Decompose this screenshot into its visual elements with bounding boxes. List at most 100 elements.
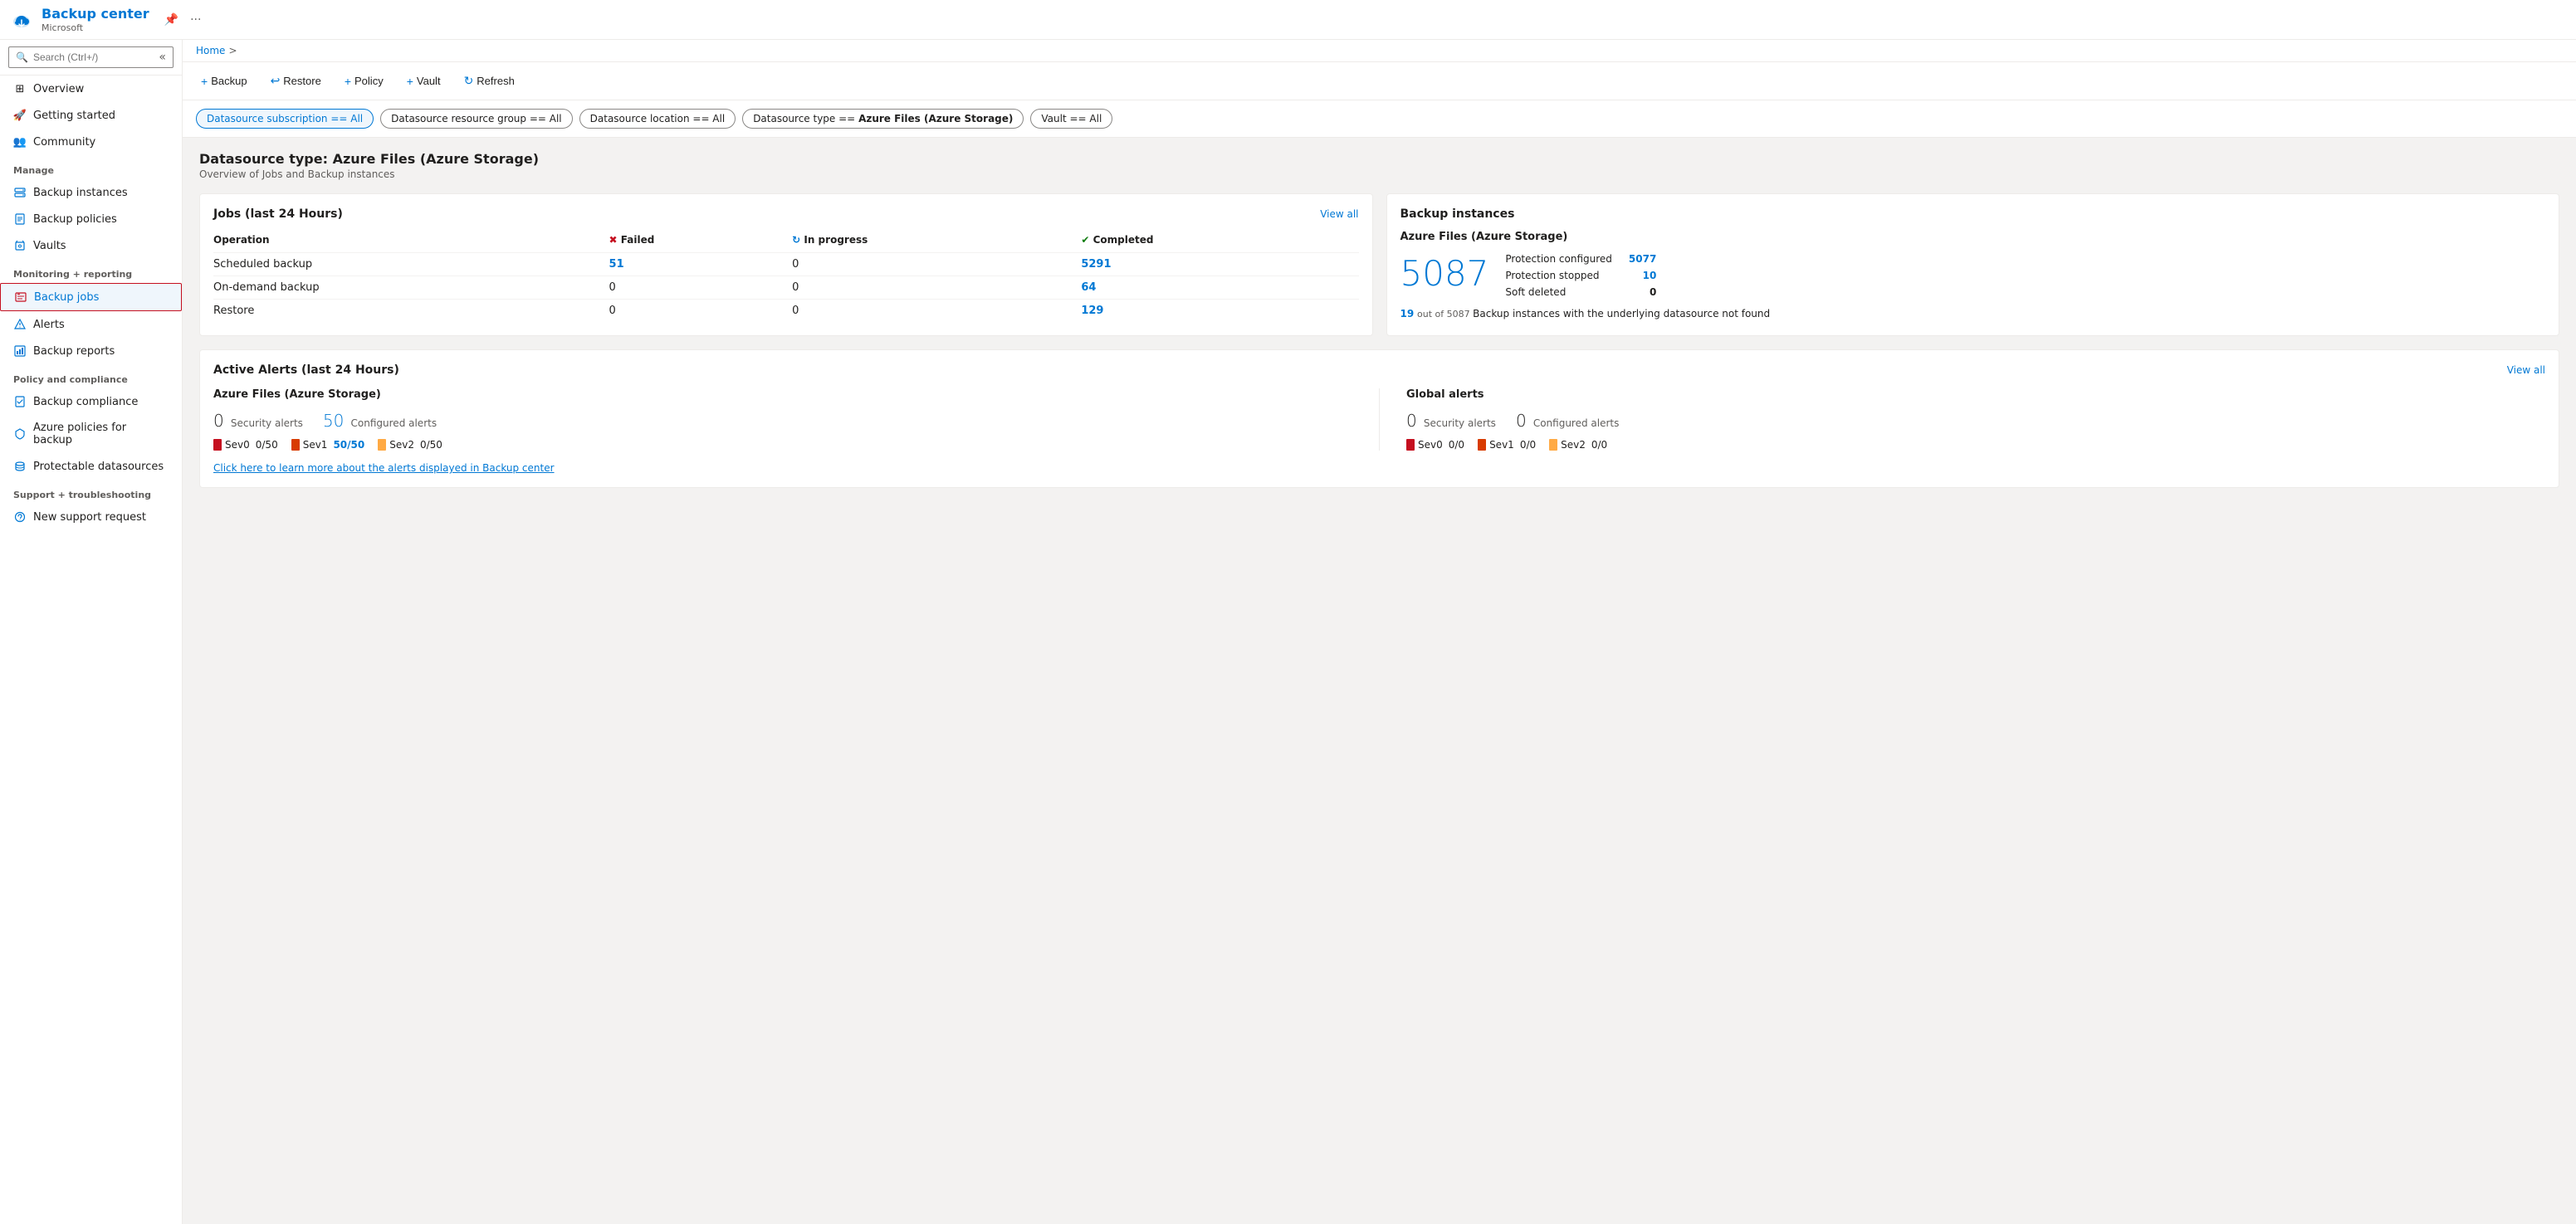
vault-button[interactable]: + Vault xyxy=(402,71,446,91)
datasource-icon xyxy=(13,460,27,473)
sidebar-item-backup-jobs[interactable]: Backup jobs xyxy=(0,283,182,311)
azure-sev2-label: Sev2 xyxy=(389,439,414,451)
job-failed-0[interactable]: 51 xyxy=(609,253,793,276)
job-completed-0[interactable]: 5291 xyxy=(1081,253,1358,276)
sidebar-item-protectable-datasources[interactable]: Protectable datasources xyxy=(0,453,182,480)
backup-button[interactable]: + Backup xyxy=(196,71,252,91)
sidebar-item-backup-policies[interactable]: Backup policies xyxy=(0,206,182,232)
sidebar-item-getting-started[interactable]: 🚀 Getting started xyxy=(0,102,182,129)
server-icon xyxy=(13,186,27,199)
app-title: Backup center xyxy=(42,6,149,22)
bi-stat-label-2: Soft deleted xyxy=(1505,286,1566,298)
job-completed-2[interactable]: 129 xyxy=(1081,300,1358,323)
policy-icon xyxy=(13,212,27,226)
table-row: Restore 0 0 129 xyxy=(213,300,1359,323)
alerts-divider xyxy=(1379,388,1380,451)
failed-icon: ✖ xyxy=(609,234,618,246)
sev1-dot xyxy=(291,439,300,451)
jobs-card: Jobs (last 24 Hours) View all Operation … xyxy=(199,193,1373,336)
breadcrumb: Home > xyxy=(183,40,2576,62)
filters-bar: Datasource subscription == All Datasourc… xyxy=(183,100,2576,138)
support-icon xyxy=(13,510,27,524)
search-input[interactable] xyxy=(33,51,154,63)
filter-datasource-subscription[interactable]: Datasource subscription == All xyxy=(196,109,374,129)
policy-button[interactable]: + Policy xyxy=(340,71,389,91)
restore-button[interactable]: ↩ Restore xyxy=(266,71,326,91)
backup-instances-card-title: Backup instances xyxy=(1400,207,1515,221)
refresh-icon: ↻ xyxy=(464,74,474,88)
bi-underlying-sub: out of 5087 xyxy=(1417,309,1473,319)
azure-alerts-title: Azure Files (Azure Storage) xyxy=(213,388,1352,401)
bi-big-number: 5087 xyxy=(1400,256,1489,291)
filter-datasource-type[interactable]: Datasource type == Azure Files (Azure St… xyxy=(742,109,1024,129)
global-configured-count: 0 xyxy=(1516,411,1527,431)
azure-security-stat: 0 Security alerts xyxy=(213,411,303,431)
global-sev2: Sev2 0/0 xyxy=(1549,439,1607,451)
global-security-stat: 0 Security alerts xyxy=(1406,411,1496,431)
sidebar-item-alerts[interactable]: Alerts xyxy=(0,311,182,338)
alerts-learn-more-link[interactable]: Click here to learn more about the alert… xyxy=(213,462,2545,474)
backup-instances-card-header: Backup instances xyxy=(1400,207,2546,221)
global-sev1: Sev1 0/0 xyxy=(1478,439,1536,451)
azure-security-count: 0 xyxy=(213,411,224,431)
search-box[interactable]: 🔍 « xyxy=(8,46,174,68)
job-completed-1[interactable]: 64 xyxy=(1081,276,1358,300)
filter-datasource-resource-group[interactable]: Datasource resource group == All xyxy=(380,109,573,129)
global-sev-row: Sev0 0/0 Sev1 0/0 Sev2 0/0 xyxy=(1406,439,2545,451)
sidebar-item-backup-compliance[interactable]: Backup compliance xyxy=(0,388,182,415)
jobs-col-inprogress: ↻ In progress xyxy=(792,231,1081,253)
more-options-icon[interactable]: ··· xyxy=(190,13,201,27)
pin-icon[interactable]: 📌 xyxy=(164,13,178,27)
sev2-dot xyxy=(378,439,386,451)
bi-stat-label-1: Protection stopped xyxy=(1505,270,1599,281)
collapse-sidebar-icon[interactable]: « xyxy=(159,51,166,64)
filter-vault[interactable]: Vault == All xyxy=(1030,109,1112,129)
sidebar-search-container: 🔍 « xyxy=(0,40,182,76)
sidebar-item-new-support-request[interactable]: New support request xyxy=(0,504,182,530)
jobs-view-all-link[interactable]: View all xyxy=(1320,208,1358,220)
bi-stat-val-2: 0 xyxy=(1650,286,1656,298)
alerts-view-all-link[interactable]: View all xyxy=(2507,364,2545,376)
sidebar-item-vaults[interactable]: Vaults xyxy=(0,232,182,259)
filter-vault-label: Vault == All xyxy=(1041,113,1102,124)
global-sev1-value: 0/0 xyxy=(1520,439,1536,451)
manage-section-label: Manage xyxy=(0,155,182,179)
sidebar-item-community-label: Community xyxy=(33,136,95,149)
sidebar-item-alerts-label: Alerts xyxy=(33,319,65,331)
sidebar-item-backup-reports[interactable]: Backup reports xyxy=(0,338,182,364)
people-icon: 👥 xyxy=(13,135,27,149)
job-inprogress-1: 0 xyxy=(792,276,1081,300)
table-row: On-demand backup 0 0 64 xyxy=(213,276,1359,300)
app-header: Backup center Microsoft 📌 ··· xyxy=(0,0,2576,40)
monitoring-section-label: Monitoring + reporting xyxy=(0,259,182,283)
sidebar-item-backup-policies-label: Backup policies xyxy=(33,213,117,226)
breadcrumb-separator: > xyxy=(228,45,237,56)
sidebar-item-getting-started-label: Getting started xyxy=(33,110,115,122)
sidebar-item-overview[interactable]: ⊞ Overview xyxy=(0,76,182,102)
sidebar-item-community[interactable]: 👥 Community xyxy=(0,129,182,155)
compliance-icon xyxy=(13,395,27,408)
azure-security-label: Security alerts xyxy=(231,417,303,429)
sidebar-item-backup-compliance-label: Backup compliance xyxy=(33,396,138,408)
global-sev0-dot xyxy=(1406,439,1415,451)
sidebar-item-backup-instances[interactable]: Backup instances xyxy=(0,179,182,206)
table-row: Scheduled backup 51 0 5291 xyxy=(213,253,1359,276)
bi-stat-val-0[interactable]: 5077 xyxy=(1629,253,1656,265)
jobs-col-completed: ✔ Completed xyxy=(1081,231,1358,253)
breadcrumb-home[interactable]: Home xyxy=(196,45,225,56)
azure-sev1-value: 50/50 xyxy=(333,439,364,451)
job-failed-2: 0 xyxy=(609,300,793,323)
page-content: Datasource type: Azure Files (Azure Stor… xyxy=(183,138,2576,1224)
sidebar-item-azure-policies-label: Azure policies for backup xyxy=(33,422,169,446)
azure-alerts-section: Azure Files (Azure Storage) 0 Security a… xyxy=(213,388,1352,451)
bi-underlying-count[interactable]: 19 xyxy=(1400,308,1415,319)
sidebar-item-azure-policies[interactable]: Azure policies for backup xyxy=(0,415,182,453)
app-logo-icon xyxy=(10,8,33,32)
refresh-button[interactable]: ↻ Refresh xyxy=(459,71,520,91)
bi-stat-row-0: Protection configured 5077 xyxy=(1505,253,1656,265)
bi-stat-val-1[interactable]: 10 xyxy=(1643,270,1657,281)
search-icon: 🔍 xyxy=(16,51,28,63)
refresh-button-label: Refresh xyxy=(477,75,515,87)
filter-datasource-location[interactable]: Datasource location == All xyxy=(579,109,736,129)
grid-icon: ⊞ xyxy=(13,82,27,95)
